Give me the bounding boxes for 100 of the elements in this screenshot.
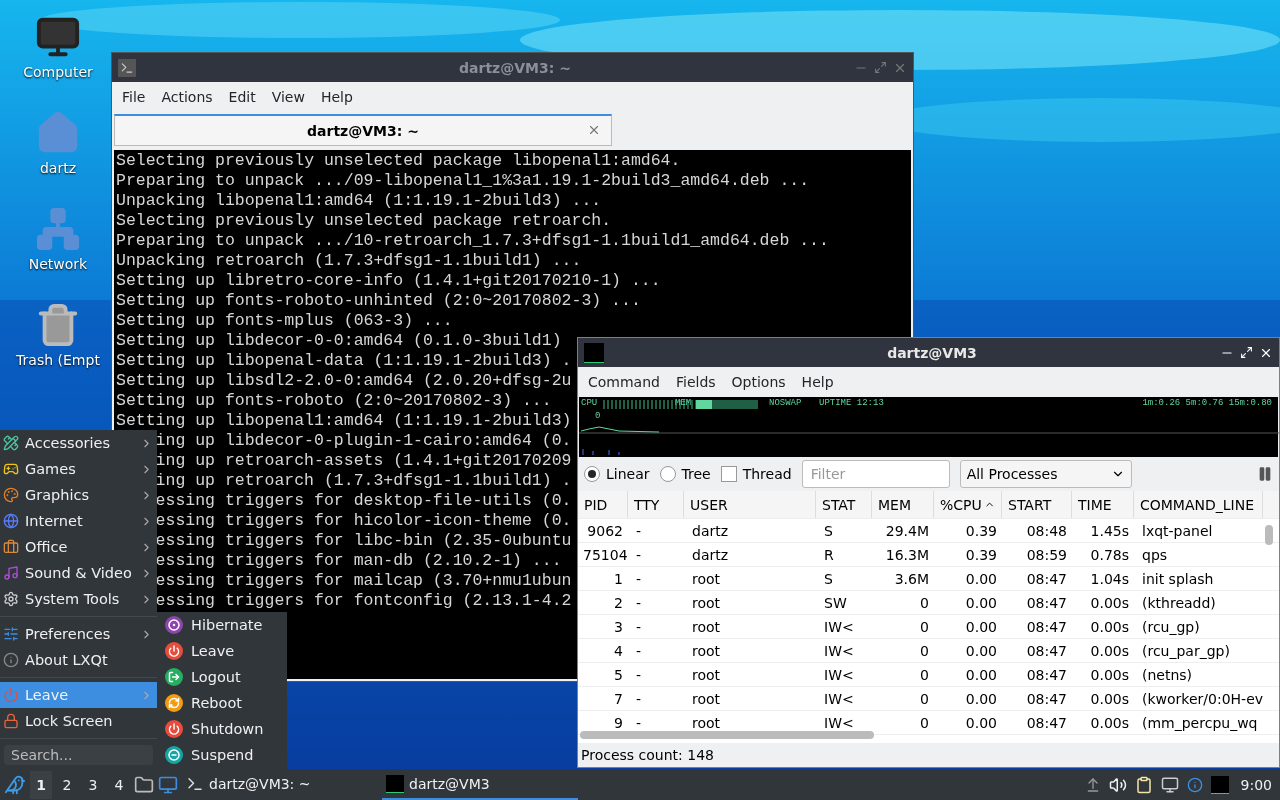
terminal-line: essing triggers for man-db (2.10.2-1) ... xyxy=(154,551,562,571)
maximize-icon[interactable] xyxy=(1240,345,1253,359)
clock[interactable]: 9:00 xyxy=(1236,776,1276,793)
terminal-line: Setting up libopenal1:amd64 (1:1.19.1-2build3) xyxy=(116,411,572,431)
uptime-label: UPTIME 12:13 xyxy=(819,398,884,408)
table-cell-text: 08:59 xyxy=(1025,546,1068,563)
column-header[interactable]: TIME xyxy=(1072,491,1134,518)
table-cell-text: root xyxy=(691,690,722,707)
table-cell-text: 08:47 xyxy=(1025,594,1068,611)
start-menu-icon[interactable] xyxy=(4,773,26,796)
workspace-button[interactable]: 3 xyxy=(82,770,104,799)
process-scope-dropdown[interactable]: All Processes xyxy=(959,460,1132,488)
radio-button[interactable] xyxy=(659,466,676,482)
graph-label: 0 xyxy=(595,411,601,421)
menu-item[interactable]: Graphics xyxy=(0,482,157,508)
table-cell-text: - xyxy=(635,666,643,683)
table-cell-text: 0.00 xyxy=(964,714,998,731)
menu-item[interactable]: Options xyxy=(725,371,792,393)
table-cell-text: 0.00 xyxy=(964,594,998,611)
table-cell-text: (rcu_gp) xyxy=(1141,618,1201,635)
table-cell-text: 08:48 xyxy=(1025,522,1068,539)
column-header[interactable]: %CPU xyxy=(934,491,1002,518)
menu-item[interactable]: File xyxy=(116,86,152,108)
terminal-tab[interactable]: dartz@VM3: ~ xyxy=(114,114,612,146)
menu-item[interactable]: Sound & Video xyxy=(0,560,157,586)
menu-item[interactable]: Suspend xyxy=(157,742,287,768)
menu-item[interactable]: Edit xyxy=(222,86,262,108)
table-cell-text: root xyxy=(691,618,722,635)
view-radio[interactable]: Tree xyxy=(659,466,711,482)
table-cell-text: lxqt-panel xyxy=(1141,522,1214,539)
menu-item[interactable]: Accessories xyxy=(0,430,157,456)
workspace-button[interactable]: 2 xyxy=(56,770,78,799)
column-header[interactable]: TTY xyxy=(628,491,684,518)
scrollbar-thumb[interactable] xyxy=(1265,525,1273,545)
file-manager-icon[interactable] xyxy=(134,774,154,795)
lock-icon xyxy=(3,713,19,729)
column-header[interactable]: USER xyxy=(684,491,816,518)
menu-item[interactable]: View xyxy=(265,86,311,108)
menu-item[interactable]: About LXQt xyxy=(0,647,157,673)
terminal-line: Setting up libopenal-data (1:1.19.1-2build3) . xyxy=(116,351,572,371)
desktop-icon[interactable]: Trash (Empt xyxy=(16,302,100,368)
checkbox[interactable] xyxy=(720,466,737,482)
menu-item[interactable]: Command xyxy=(582,371,666,393)
menu-item[interactable]: Office xyxy=(0,534,157,560)
show-desktop-icon[interactable] xyxy=(158,774,178,795)
graph-label: MEM xyxy=(675,398,692,408)
column-header[interactable]: MEM xyxy=(872,491,934,518)
scrollbar-thumb[interactable] xyxy=(580,731,874,739)
table-cell-text: 0.00 xyxy=(964,642,998,659)
menu-item[interactable]: Lock Screen xyxy=(0,708,157,734)
window-title: dartz@VM3: ~ xyxy=(458,59,572,76)
menu-item[interactable]: Logout xyxy=(157,664,287,690)
menu-item[interactable]: System Tools xyxy=(0,586,157,612)
menu-item[interactable]: Help xyxy=(314,86,359,108)
column-header[interactable]: STAT xyxy=(816,491,872,518)
load-average: 1m:0.26 5m:0.76 15m:0.80 xyxy=(1142,398,1272,408)
taskbar-task[interactable]: dartz@VM3 xyxy=(382,769,578,800)
radio-button[interactable] xyxy=(584,466,600,482)
search-field[interactable]: Search... xyxy=(4,745,153,765)
table-cell-text: 75104 xyxy=(582,546,628,563)
menu-item[interactable]: Help xyxy=(795,371,840,393)
filter-field[interactable]: Filter xyxy=(801,460,950,488)
menu-item[interactable]: Fields xyxy=(669,371,722,393)
menu-item[interactable]: Internet xyxy=(0,508,157,534)
radio-label: Linear xyxy=(606,466,650,482)
window-title: dartz@VM3 xyxy=(886,344,978,361)
column-header[interactable]: PID xyxy=(578,491,628,518)
notification-icon[interactable] xyxy=(1186,776,1203,793)
column-header[interactable]: START xyxy=(1002,491,1072,518)
pause-icon[interactable] xyxy=(1257,466,1273,482)
table-cell-text: 0.78s xyxy=(1089,546,1130,563)
menu-item[interactable]: Actions xyxy=(155,86,219,108)
volume-icon[interactable] xyxy=(1108,775,1127,794)
desktop-icon[interactable]: Network xyxy=(28,206,88,272)
workspace-button[interactable]: 4 xyxy=(108,770,130,799)
terminal-line: Preparing to unpack .../10-retroarch_1.7.3+dfsg1-1.1build1_amd64.deb ... xyxy=(116,231,829,251)
table-cell-text: IW< xyxy=(823,666,855,683)
column-header[interactable]: COMMAND_LINE xyxy=(1134,491,1263,518)
menu-item[interactable]: Leave xyxy=(157,638,287,664)
menu-item[interactable]: Games xyxy=(0,456,157,482)
table-cell-text: - xyxy=(635,618,643,635)
table-cell-text: 08:47 xyxy=(1025,570,1068,587)
graph-label: NOSWAP xyxy=(769,398,802,408)
menu-item[interactable]: Shutdown xyxy=(157,716,287,742)
terminal-line: ing up retroarch-assets (1.4.1+git20170209 xyxy=(154,451,572,471)
terminal-line: Setting up libsdl2-2.0-0:amd64 (2.0.20+dfsg-2u xyxy=(116,371,572,391)
menu-item[interactable]: Preferences xyxy=(0,621,157,647)
menu-item[interactable]: Reboot xyxy=(157,690,287,716)
workspace-button[interactable]: 1 xyxy=(30,770,52,799)
terminal-line: Setting up libdecor-0-0:amd64 (0.1.0-3build1) xyxy=(116,331,562,351)
clipboard-icon[interactable] xyxy=(1134,775,1153,794)
table-cell-text: 08:47 xyxy=(1025,714,1068,731)
table-cell-text: init splash xyxy=(1141,570,1215,587)
terminal-line: Preparing to unpack .../09-libopenal1_1%3a1.19.1-2build3_amd64.deb ... xyxy=(116,171,810,191)
table-cell-text: dartz xyxy=(691,546,730,563)
menu-item[interactable]: Hibernate xyxy=(157,612,287,638)
table-cell-text: 0.00s xyxy=(1089,690,1130,707)
radio-label: Tree xyxy=(681,466,711,482)
view-radio[interactable]: Linear xyxy=(584,466,650,482)
taskbar-task[interactable]: dartz@VM3: ~ xyxy=(182,769,378,800)
